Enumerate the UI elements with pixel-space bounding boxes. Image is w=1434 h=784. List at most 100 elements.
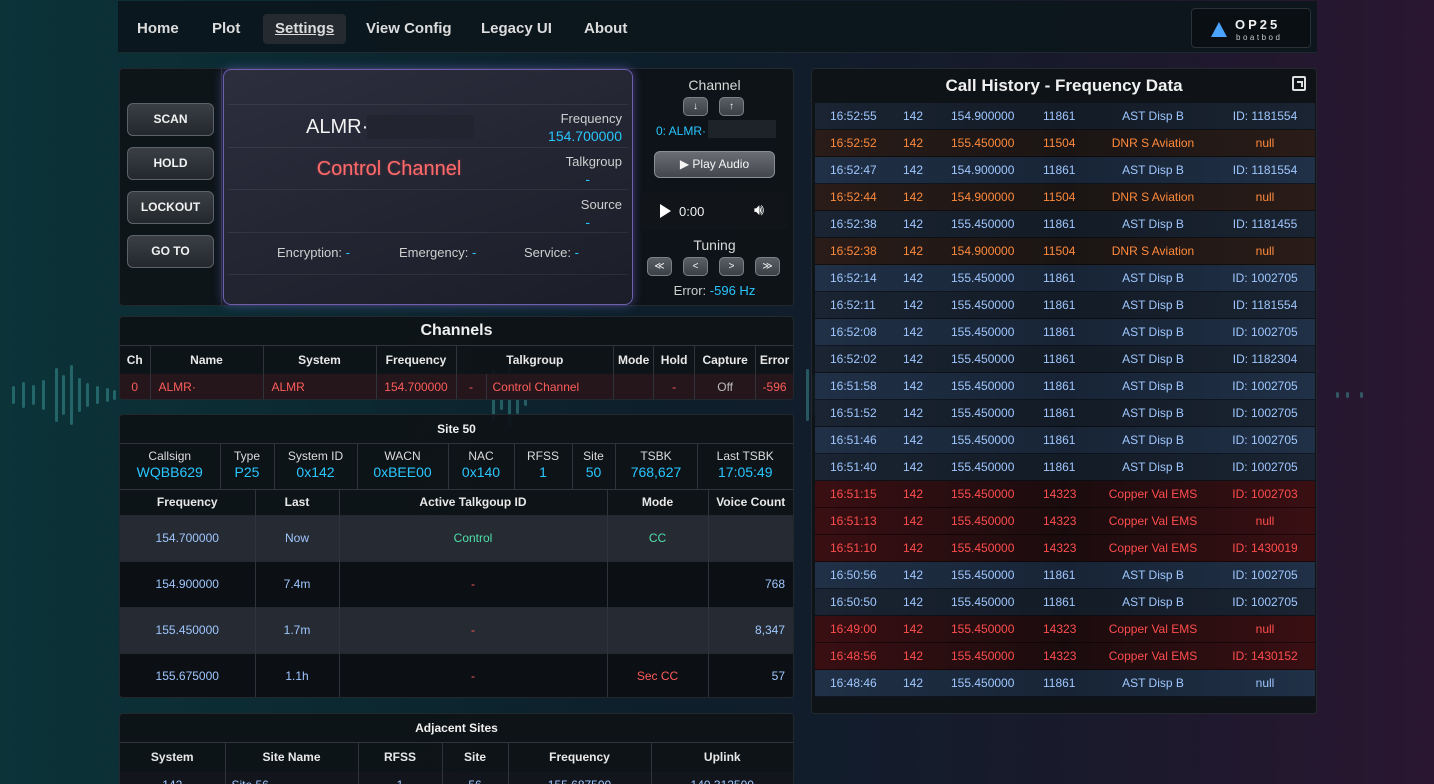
volume-icon[interactable]: 🔊︎ [754, 202, 764, 220]
call-history-row[interactable]: 16:52:11 142 155.450000 11861 AST Disp B ID: … [815, 292, 1315, 319]
play-icon[interactable] [660, 204, 671, 218]
call-history-tg: 11861 [1043, 568, 1076, 582]
call-history-tgname: AST Disp B [1122, 433, 1184, 447]
goto-button[interactable]: GO TO [127, 235, 214, 268]
call-history-sys: 142 [903, 460, 924, 474]
call-history-row[interactable]: 16:52:52 142 155.450000 11504 DNR S Aviation… [815, 130, 1315, 157]
call-history-sys: 142 [903, 595, 924, 609]
table-row[interactable]: 0 ALMR· ALMR 154.700000 - Control Channe… [120, 373, 793, 399]
cell-hold: - [653, 373, 696, 399]
step-forward-icon[interactable]: > [719, 257, 744, 276]
call-history-sys: 142 [903, 352, 924, 366]
call-history-row[interactable]: 16:52:47 142 154.900000 11861 AST Disp B ID: … [815, 157, 1315, 184]
call-history-tg: 11861 [1043, 163, 1076, 177]
call-history-tgname: Copper Val EMS [1108, 649, 1198, 663]
nav-plot[interactable]: Plot [200, 14, 252, 44]
call-history-time: 16:51:15 [830, 487, 877, 501]
call-history-row[interactable]: 16:51:15 142 155.450000 14323 Copper Val EMS… [815, 481, 1315, 508]
call-history-src: ID: 1181554 [1232, 298, 1298, 312]
call-history-tgname: AST Disp B [1122, 325, 1184, 339]
call-history-tgname: AST Disp B [1122, 109, 1184, 123]
call-history-time: 16:52:02 [830, 352, 877, 366]
col-name: Name [150, 345, 264, 374]
call-history-row[interactable]: 16:52:08 142 155.450000 11861 AST Disp B ID: … [815, 319, 1315, 346]
call-history-tg: 11861 [1043, 352, 1076, 366]
table-row[interactable]: 154.700000 Now Control CC [120, 514, 793, 561]
call-history-row[interactable]: 16:52:14 142 155.450000 11861 AST Disp B ID: … [815, 265, 1315, 292]
adjacent-sites-panel: Adjacent Sites System Site Name RFSS Sit… [119, 713, 794, 784]
call-history-row[interactable]: 16:48:56 142 155.450000 14323 Copper Val EMS… [815, 643, 1315, 670]
channels-title: Channels [420, 322, 493, 339]
call-history-row[interactable]: 16:48:46 142 155.450000 11861 AST Disp B null [815, 670, 1315, 697]
cell-mode [613, 373, 655, 399]
call-history-row[interactable]: 16:50:50 142 155.450000 11861 AST Disp B ID: … [815, 589, 1315, 616]
col-hold: Hold [653, 345, 696, 374]
call-history-sys: 142 [903, 163, 924, 177]
call-history-time: 16:49:00 [830, 622, 877, 636]
col-capture: Capture [694, 345, 757, 374]
lockout-button[interactable]: LOCKOUT [127, 191, 214, 224]
call-history-time: 16:52:47 [830, 163, 877, 177]
nav-home[interactable]: Home [125, 14, 191, 44]
channel-name: Control Channel [316, 158, 462, 180]
call-history-time: 16:51:10 [830, 541, 877, 555]
col-talkgroup: Talkgroup [456, 345, 615, 374]
call-history-tgname: Copper Val EMS [1108, 487, 1198, 501]
call-history-sys: 142 [903, 298, 924, 312]
call-history-freq: 155.450000 [951, 433, 1015, 447]
call-history-freq: 155.450000 [951, 271, 1015, 285]
export-icon[interactable] [1292, 76, 1306, 91]
site-last-tsbk: Last TSBK 17:05:49 [697, 443, 793, 489]
play-audio-button[interactable]: ▶ Play Audio [654, 151, 775, 178]
call-history-row[interactable]: 16:51:13 142 155.450000 14323 Copper Val EMS… [815, 508, 1315, 535]
call-history-row[interactable]: 16:50:56 142 155.450000 11861 AST Disp B ID: … [815, 562, 1315, 589]
table-row[interactable]: 154.900000 7.4m - 768 [120, 560, 793, 607]
call-history-tg: 11861 [1043, 271, 1076, 285]
call-history-row[interactable]: 16:52:38 142 154.900000 11504 DNR S Aviation… [815, 238, 1315, 265]
call-history-tg: 14323 [1043, 514, 1077, 528]
call-history-freq: 154.900000 [951, 244, 1015, 258]
arrow-down-icon[interactable]: ↓ [683, 97, 708, 116]
nav-settings[interactable]: Settings [263, 14, 347, 44]
table-row[interactable]: 155.450000 1.7m - 8,347 [120, 606, 793, 653]
call-history-src: null [1255, 190, 1275, 204]
call-history-tg: 14323 [1043, 622, 1077, 636]
site-callsign: Callsign WQBB629 [120, 443, 221, 489]
fast-rewind-icon[interactable]: ≪ [647, 257, 672, 276]
call-history-tg: 11861 [1043, 325, 1076, 339]
call-history-tgname: AST Disp B [1122, 163, 1184, 177]
call-history-freq: 155.450000 [951, 136, 1015, 150]
call-history-src: ID: 1002705 [1232, 568, 1298, 582]
call-history-row[interactable]: 16:51:46 142 155.450000 11861 AST Disp B ID: … [815, 427, 1315, 454]
table-row[interactable]: 155.675000 1.1h - Sec CC 57 [120, 652, 793, 697]
call-history-row[interactable]: 16:51:52 142 155.450000 11861 AST Disp B ID: … [815, 400, 1315, 427]
nav-legacy-ui[interactable]: Legacy UI [469, 14, 564, 44]
op25-logo[interactable]: OP25 boatbod [1191, 8, 1311, 48]
call-history-row[interactable]: 16:51:58 142 155.450000 11861 AST Disp B ID: … [815, 373, 1315, 400]
call-history-row[interactable]: 16:52:38 142 155.450000 11861 AST Disp B ID: … [815, 211, 1315, 238]
call-history-row[interactable]: 16:51:10 142 155.450000 14323 Copper Val EMS… [815, 535, 1315, 562]
arrow-up-icon[interactable]: ↑ [719, 97, 744, 116]
frequency-value: 154.700000 [548, 128, 622, 144]
channel-selected[interactable]: 0: ALMR· [656, 124, 706, 138]
call-history-tg: 11861 [1043, 676, 1076, 690]
call-history-freq: 155.450000 [951, 595, 1015, 609]
call-history-row[interactable]: 16:52:55 142 154.900000 11861 AST Disp B ID: … [815, 103, 1315, 130]
call-history-row[interactable]: 16:49:00 142 155.450000 14323 Copper Val EMS… [815, 616, 1315, 643]
call-history-row[interactable]: 16:52:44 142 154.900000 11504 DNR S Aviation… [815, 184, 1315, 211]
nav-about[interactable]: About [572, 14, 639, 44]
table-row[interactable]: 142 Site 56 1 56 155.687500 140.312500 [120, 771, 793, 784]
nav-view-config[interactable]: View Config [354, 14, 464, 44]
fast-forward-icon[interactable]: ≫ [755, 257, 780, 276]
call-history-time: 16:51:40 [830, 460, 877, 474]
hold-button[interactable]: HOLD [127, 147, 214, 180]
call-history-time: 16:48:46 [830, 676, 877, 690]
call-history-sys: 142 [903, 244, 924, 258]
call-history-src: ID: 1181455 [1232, 217, 1298, 231]
col-active-talkgroup: Active Talkgoup ID [339, 488, 608, 515]
call-history-row[interactable]: 16:52:02 142 155.450000 11861 AST Disp B ID: … [815, 346, 1315, 373]
call-history-tg: 11861 [1043, 379, 1076, 393]
scan-button[interactable]: SCAN [127, 103, 214, 136]
step-back-icon[interactable]: < [683, 257, 708, 276]
call-history-row[interactable]: 16:51:40 142 155.450000 11861 AST Disp B ID: … [815, 454, 1315, 481]
